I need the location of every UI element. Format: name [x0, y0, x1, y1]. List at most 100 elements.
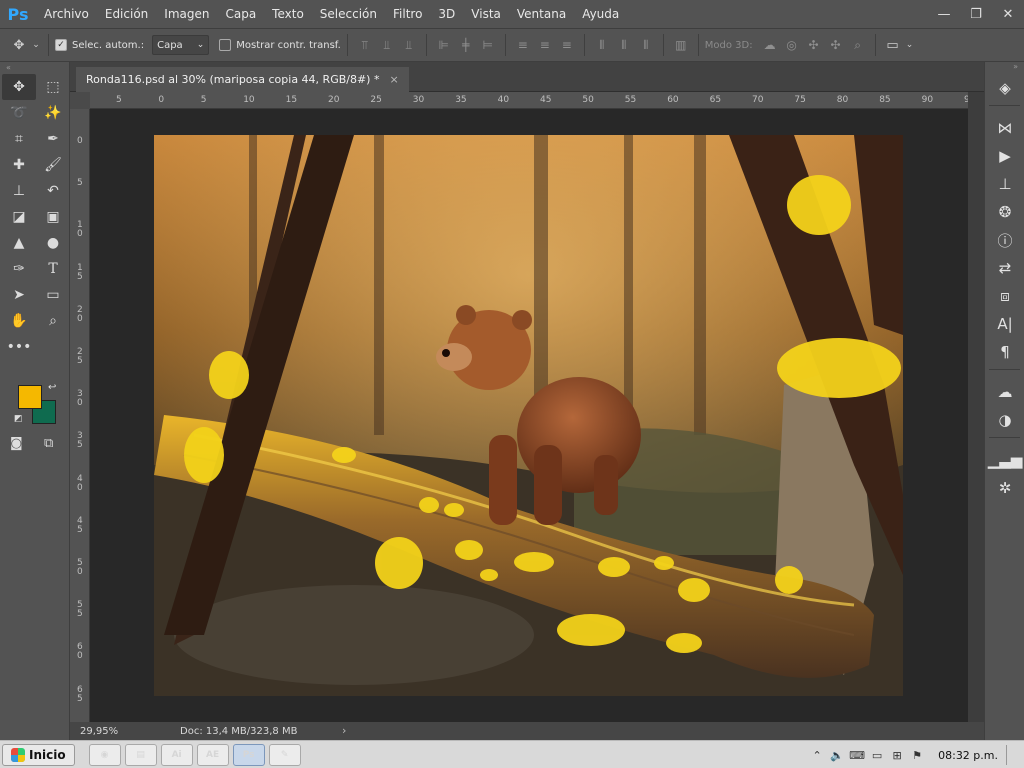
auto-align-icon[interactable]: ▥	[670, 34, 692, 56]
histogram-icon[interactable]: ▁▃▅	[985, 446, 1024, 474]
menu-item-6[interactable]: Filtro	[385, 0, 430, 28]
keyboard-icon[interactable]: ⌨	[848, 746, 866, 764]
taskbar-app-after-effects[interactable]: AE	[196, 743, 229, 766]
gradient-tool-icon[interactable]: ▣	[36, 204, 70, 230]
zoom-tool-icon[interactable]: ⌕	[36, 308, 70, 334]
menu-item-0[interactable]: Archivo	[36, 0, 97, 28]
pen-tool-icon[interactable]: ✑	[2, 256, 36, 282]
history-icon[interactable]: ⇄	[985, 254, 1024, 282]
zoom-level[interactable]: 29,95%	[70, 726, 120, 737]
show-desktop-button[interactable]	[1006, 745, 1020, 765]
distribute-hcenter-icon[interactable]: ⫴	[613, 34, 635, 56]
align-left-icon[interactable]: ⊫	[433, 34, 455, 56]
action-center-icon[interactable]: ⚑	[908, 746, 926, 764]
close-tab-icon[interactable]: ×	[389, 73, 398, 86]
distribute-vcenter-icon[interactable]: ≡	[534, 34, 556, 56]
distribute-top-icon[interactable]: ≡	[512, 34, 534, 56]
swap-colors-icon[interactable]: ↩	[48, 382, 56, 393]
orbit-3d-icon[interactable]: ☁	[759, 34, 781, 56]
move-tool-icon[interactable]: ✥	[8, 34, 30, 56]
adjustments-icon[interactable]: ◑	[985, 406, 1024, 434]
network-icon[interactable]: ⊞	[888, 746, 906, 764]
distribute-bottom-icon[interactable]: ≡	[556, 34, 578, 56]
hand-tool-icon[interactable]: ✋	[2, 308, 36, 334]
menu-item-3[interactable]: Capa	[217, 0, 264, 28]
foreground-color-swatch-overlay[interactable]	[18, 385, 42, 409]
path-select-tool-icon[interactable]: ➤	[2, 282, 36, 308]
eyedropper-tool-icon[interactable]: ✒	[36, 126, 70, 152]
taskbar-app-chrome[interactable]: ◉	[88, 743, 121, 766]
horizontal-ruler[interactable]: 50510152025303540455055606570758085909	[90, 92, 968, 109]
auto-select-dropdown[interactable]: Capa ⌄	[152, 35, 210, 55]
tool-preset-chevron-icon[interactable]: ⌄	[30, 34, 42, 56]
crop-tool-icon[interactable]: ⌗	[2, 126, 36, 152]
default-colors-icon[interactable]: ◩	[14, 414, 23, 424]
dock-collapse-icon[interactable]: »	[985, 62, 1024, 74]
align-right-icon[interactable]: ⊨	[477, 34, 499, 56]
auto-select-checkbox[interactable]: ✓	[55, 39, 67, 51]
libraries-icon[interactable]: ☁	[985, 378, 1024, 406]
workspace-chevron-icon[interactable]: ⌄	[904, 34, 916, 56]
marquee-tool-icon[interactable]: ⬚	[36, 74, 70, 100]
start-button[interactable]: Inicio	[2, 743, 75, 766]
ruler-corner[interactable]	[70, 92, 90, 109]
brush-tool-icon[interactable]: 🖌	[36, 152, 70, 178]
panel-collapse-icon[interactable]: «	[0, 62, 69, 74]
paragraph-icon[interactable]: ¶	[985, 338, 1024, 366]
dodge-tool-icon[interactable]: ●	[36, 230, 70, 256]
menu-item-8[interactable]: Vista	[463, 0, 509, 28]
quick-mask-icon[interactable]: ◙	[10, 436, 23, 451]
channels-icon[interactable]: ❂	[985, 198, 1024, 226]
vertical-ruler[interactable]: 0 5 1 0 1 5 2 0 2 5 3 0 3 5 4 0 4 5 5 0 5 5 6 0 6 5	[70, 109, 90, 722]
clock[interactable]: 08:32 p.m.	[938, 749, 998, 762]
actions-icon[interactable]: ▶	[985, 142, 1024, 170]
menu-item-9[interactable]: Ventana	[509, 0, 574, 28]
paths-icon[interactable]: ⋈	[985, 114, 1024, 142]
healing-brush-tool-icon[interactable]: ✚	[2, 152, 36, 178]
eraser-tool-icon[interactable]: ◪	[2, 204, 36, 230]
distribute-left-icon[interactable]: ⫴	[591, 34, 613, 56]
align-vcenter-icon[interactable]: ⫫	[376, 34, 398, 56]
vertical-scrollbar[interactable]	[968, 92, 984, 722]
taskbar-app-illustrator[interactable]: Ai	[160, 743, 193, 766]
close-button[interactable]: ✕	[992, 0, 1024, 28]
rectangle-tool-icon[interactable]: ▭	[36, 282, 70, 308]
properties-icon[interactable]: ✲	[985, 474, 1024, 502]
stamp-tool-icon[interactable]: ⊥	[2, 178, 36, 204]
more-tools-icon[interactable]: •••	[2, 334, 36, 360]
magic-wand-tool-icon[interactable]: ✨	[36, 100, 70, 126]
menu-item-1[interactable]: Edición	[97, 0, 156, 28]
move-tool-icon[interactable]: ✥	[2, 74, 36, 100]
menu-item-5[interactable]: Selección	[312, 0, 385, 28]
volume-icon[interactable]: 🔈	[828, 746, 846, 764]
minimize-button[interactable]: —	[928, 0, 960, 28]
info-icon[interactable]: ⓘ	[985, 226, 1024, 254]
restore-button[interactable]: ❐	[960, 0, 992, 28]
image-canvas[interactable]	[154, 135, 903, 696]
pan-3d-icon[interactable]: ✣	[803, 34, 825, 56]
3d-icon[interactable]: ⧈	[985, 282, 1024, 310]
align-bottom-icon[interactable]: ⫫	[398, 34, 420, 56]
taskbar-app-paint[interactable]: ✎	[268, 743, 301, 766]
scale-3d-icon[interactable]: ⌕	[847, 34, 869, 56]
taskbar-app-explorer[interactable]: ▤	[124, 743, 157, 766]
document-tab[interactable]: Ronda116.psd al 30% (mariposa copia 44, …	[76, 67, 409, 92]
align-top-icon[interactable]: ⫪	[354, 34, 376, 56]
display-icon[interactable]: ▭	[868, 746, 886, 764]
slide-3d-icon[interactable]: ✣	[825, 34, 847, 56]
show-hidden-icons-icon[interactable]: ⌃	[808, 746, 826, 764]
clone-source-icon[interactable]: ⊥	[985, 170, 1024, 198]
status-menu-arrow-icon[interactable]: ›	[342, 724, 346, 737]
layers-icon[interactable]: ◈	[985, 74, 1024, 102]
roll-3d-icon[interactable]: ◎	[781, 34, 803, 56]
workspace-icon[interactable]: ▭	[882, 34, 904, 56]
menu-item-2[interactable]: Imagen	[156, 0, 217, 28]
type-tool-icon[interactable]: T	[36, 256, 70, 282]
menu-item-7[interactable]: 3D	[430, 0, 463, 28]
blur-tool-icon[interactable]: ▲	[2, 230, 36, 256]
lasso-tool-icon[interactable]: ➰	[2, 100, 36, 126]
menu-item-4[interactable]: Texto	[264, 0, 312, 28]
show-transform-checkbox[interactable]	[219, 39, 232, 51]
taskbar-app-photoshop[interactable]: Ps	[232, 743, 265, 766]
distribute-right-icon[interactable]: ⫴	[635, 34, 657, 56]
